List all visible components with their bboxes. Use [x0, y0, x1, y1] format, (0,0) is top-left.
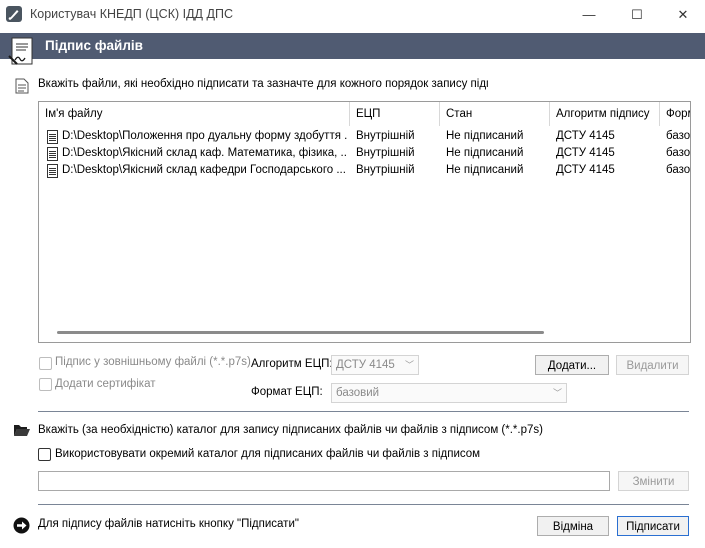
algorithm-value: ДСТУ 4145 — [336, 359, 395, 371]
add-certificate-label: Додати сертифікат — [55, 378, 156, 390]
external-file-label: Підпис у зовнішньому файлі (*.*.p7s) — [55, 356, 251, 368]
separate-catalog-label: Використовувати окремий каталог для підп… — [55, 448, 481, 460]
minimize-button[interactable]: — — [566, 4, 612, 26]
file-path: D:\Desktop\Якісний склад кафедри Господа… — [62, 164, 346, 176]
file-algorithm: ДСТУ 4145 — [556, 164, 615, 176]
footer-instruction: Для підпису файлів натисніть кнопку "Під… — [38, 518, 299, 530]
format-value: базовий — [336, 387, 380, 399]
dialog-title: Підпис файлів — [45, 38, 143, 53]
folder-open-icon — [13, 423, 31, 437]
arrow-right-circle-icon — [13, 517, 30, 534]
close-button[interactable]: ✕ — [660, 4, 705, 26]
catalog-path-input[interactable] — [38, 471, 610, 491]
file-status: Не підписаний — [446, 147, 524, 159]
separate-catalog-checkbox[interactable] — [38, 448, 51, 461]
table-row[interactable]: D:\Desktop\Положення про дуальну форму з… — [39, 128, 690, 145]
format-select[interactable]: базовий ﹀ — [331, 383, 567, 403]
algorithm-label: Алгоритм ЕЦП: — [251, 358, 333, 370]
signature-type: Внутрішній — [356, 147, 415, 159]
file-format: базовий — [666, 147, 690, 159]
cancel-button[interactable]: Відміна — [537, 516, 609, 536]
file-algorithm: ДСТУ 4145 — [556, 130, 615, 142]
column-filename[interactable]: Ім'я файлу — [39, 102, 350, 126]
file-icon — [47, 164, 58, 178]
column-algorithm[interactable]: Алгоритм підпису — [550, 102, 660, 126]
chevron-down-icon: ﹀ — [404, 360, 414, 370]
add-certificate-checkbox[interactable] — [39, 378, 52, 391]
add-button[interactable]: Додати... — [535, 355, 609, 375]
window-title: Користувач КНЕДП (ЦСК) ІДД ДПС — [30, 7, 233, 21]
document-list-icon — [15, 78, 29, 94]
file-format: базовий — [666, 130, 690, 142]
signature-type: Внутрішній — [356, 164, 415, 176]
sign-button[interactable]: Підписати — [617, 516, 689, 536]
remove-button[interactable]: Видалити — [616, 355, 689, 375]
file-status: Не підписаний — [446, 130, 524, 142]
column-signature[interactable]: ЕЦП — [350, 102, 440, 126]
table-row[interactable]: D:\Desktop\Якісний склад кафедри Господа… — [39, 162, 690, 179]
signature-type: Внутрішній — [356, 130, 415, 142]
file-list[interactable]: Ім'я файлу ЕЦП Стан Алгоритм підпису Фор… — [38, 101, 691, 343]
files-instruction: Вкажіть файли, які необхідно підписати т… — [38, 78, 488, 90]
sign-document-icon — [8, 36, 36, 68]
divider — [38, 411, 689, 412]
divider — [38, 504, 689, 505]
maximize-button[interactable]: ☐ — [614, 4, 660, 26]
app-icon — [6, 6, 22, 22]
format-label: Формат ЕЦП: — [251, 386, 323, 398]
column-status[interactable]: Стан — [440, 102, 550, 126]
file-icon — [47, 130, 58, 144]
algorithm-select[interactable]: ДСТУ 4145 ﹀ — [331, 355, 419, 375]
external-file-checkbox[interactable] — [39, 357, 52, 370]
file-path: D:\Desktop\Положення про дуальну форму з… — [62, 130, 347, 142]
column-format[interactable]: Формат — [660, 102, 690, 126]
horizontal-scrollbar[interactable] — [57, 331, 544, 334]
file-path: D:\Desktop\Якісний склад каф. Математика… — [62, 147, 347, 159]
file-algorithm: ДСТУ 4145 — [556, 147, 615, 159]
table-row[interactable]: D:\Desktop\Якісний склад каф. Математика… — [39, 145, 690, 162]
catalog-instruction: Вкажіть (за необхідністю) каталог для за… — [38, 424, 543, 436]
file-format: базовий — [666, 164, 690, 176]
file-status: Не підписаний — [446, 164, 524, 176]
chevron-down-icon: ﹀ — [552, 388, 562, 398]
change-button[interactable]: Змінити — [618, 471, 689, 491]
file-icon — [47, 147, 58, 161]
